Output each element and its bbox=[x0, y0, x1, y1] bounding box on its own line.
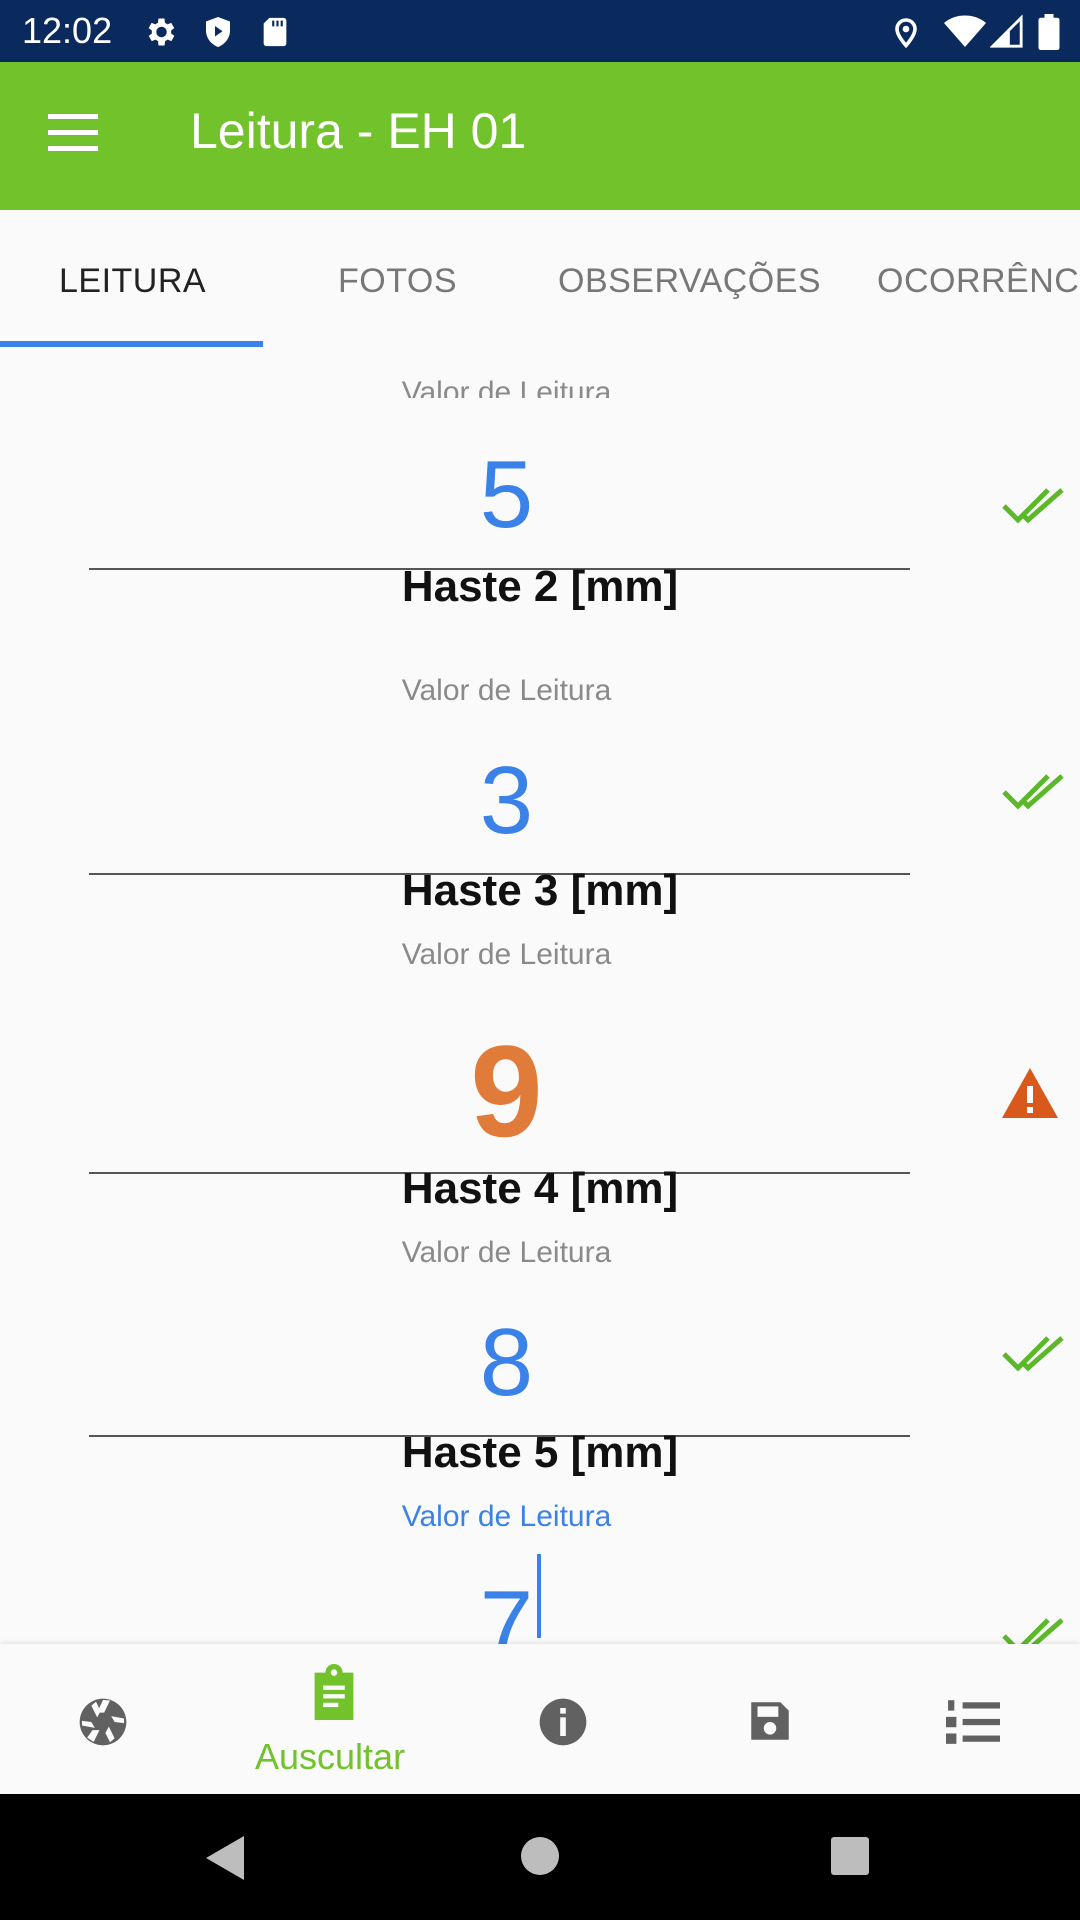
tab-indicator bbox=[0, 341, 263, 347]
tab-ocorrencias[interactable]: OCORRÊNCIAS bbox=[877, 262, 1080, 301]
sd-card-icon bbox=[263, 17, 287, 47]
hamburger-icon bbox=[48, 114, 98, 119]
reading-value-input[interactable]: 3 bbox=[0, 746, 1013, 856]
home-icon[interactable] bbox=[520, 1836, 560, 1876]
tab-bar: LEITURA FOTOS OBSERVAÇÕES OCORRÊNCIAS bbox=[0, 210, 1080, 348]
save-icon bbox=[751, 1702, 789, 1740]
nav-label: Auscultar bbox=[255, 1736, 406, 1777]
field-label: Valor de Leitura bbox=[401, 1500, 612, 1533]
status-time: 12:02 bbox=[22, 10, 113, 51]
field-label: Valor de Leitura bbox=[401, 376, 612, 398]
location-pin-icon bbox=[895, 18, 917, 49]
tab-leitura[interactable]: LEITURA bbox=[59, 262, 206, 301]
recents-icon[interactable] bbox=[830, 1836, 870, 1876]
back-icon[interactable] bbox=[204, 1834, 248, 1882]
page-title: Leitura - EH 01 bbox=[190, 103, 527, 159]
haste-title: Haste 4 [mm] bbox=[401, 1164, 679, 1213]
nav-camera[interactable] bbox=[40, 1644, 170, 1794]
system-navigation-bar bbox=[0, 1794, 1080, 1920]
nav-info[interactable] bbox=[500, 1644, 630, 1794]
field-label: Valor de Leitura bbox=[401, 938, 612, 971]
double-check-icon bbox=[1002, 488, 1064, 524]
field-label: Valor de Leitura bbox=[401, 674, 612, 707]
haste-title: Haste 5 [mm] bbox=[401, 1428, 679, 1477]
double-check-icon bbox=[1002, 774, 1064, 810]
nav-save[interactable] bbox=[705, 1644, 835, 1794]
gear-icon bbox=[148, 18, 175, 46]
reading-value-input[interactable]: 9 bbox=[0, 1016, 1013, 1166]
tab-observacoes[interactable]: OBSERVAÇÕES bbox=[558, 262, 821, 301]
shield-play-icon bbox=[206, 17, 230, 47]
haste-title: Haste 2 [mm] bbox=[401, 562, 679, 611]
haste-title: Haste 3 [mm] bbox=[401, 866, 679, 915]
reading-value-input[interactable]: 8 bbox=[0, 1308, 1013, 1418]
clipboard-icon bbox=[314, 1664, 354, 1720]
double-check-icon bbox=[1002, 1618, 1064, 1644]
nav-list[interactable] bbox=[910, 1644, 1040, 1794]
tab-fotos[interactable]: FOTOS bbox=[338, 262, 457, 301]
field-label: Valor de Leitura bbox=[401, 1236, 612, 1269]
reading-value-input[interactable]: 7 bbox=[0, 1570, 1013, 1644]
reading-value-input[interactable]: 5 bbox=[0, 440, 1013, 550]
nav-auscultar[interactable]: Auscultar bbox=[230, 1644, 440, 1794]
text-cursor bbox=[537, 1554, 541, 1638]
signal-icon bbox=[990, 14, 1023, 48]
camera-aperture-icon bbox=[79, 1698, 127, 1746]
info-icon bbox=[539, 1698, 587, 1746]
readings-list[interactable]: Valor de Leitura 5 Haste 2 [mm] Valor de… bbox=[0, 348, 1080, 1644]
double-check-icon bbox=[1002, 1336, 1064, 1372]
battery-icon bbox=[1038, 14, 1060, 50]
warning-triangle-icon bbox=[1002, 1068, 1058, 1118]
numbered-list-icon bbox=[946, 1700, 1000, 1744]
app-bar: Leitura - EH 01 bbox=[0, 62, 1080, 210]
wifi-icon bbox=[944, 15, 986, 47]
status-bar: 12:02 bbox=[0, 0, 1080, 62]
menu-button[interactable] bbox=[28, 104, 118, 168]
bottom-navigation: Auscultar bbox=[0, 1644, 1080, 1794]
